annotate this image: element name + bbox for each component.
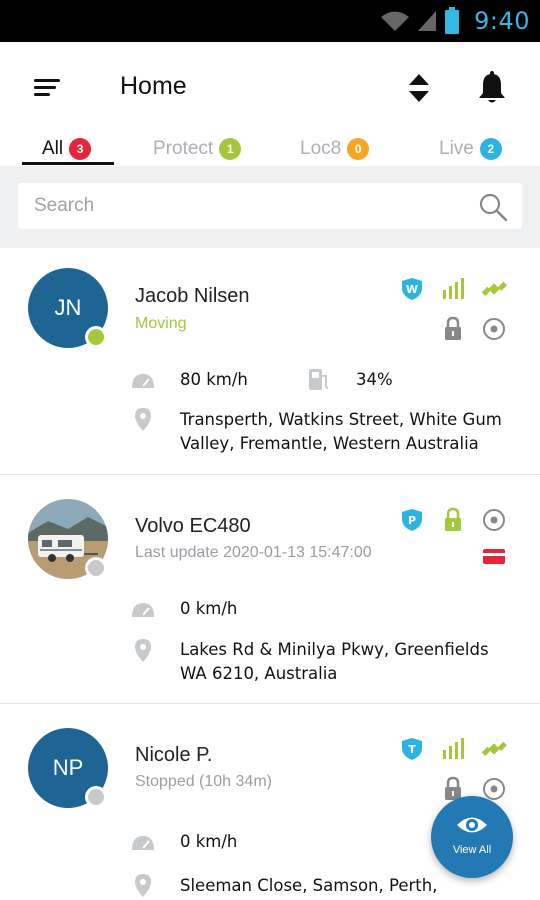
fuel-icon <box>309 369 329 390</box>
tab-loc8[interactable]: Loc8 0 <box>300 132 370 166</box>
speedometer-icon <box>132 603 154 617</box>
type-badge-letter: P <box>408 514 416 527</box>
menu-icon[interactable] <box>24 72 64 104</box>
speed-value: 0 km/h <box>180 599 238 618</box>
satellite-icon[interactable] <box>481 276 507 302</box>
device-card[interactable]: Volvo EC480 Last update 2020-01-13 15:47… <box>0 475 540 704</box>
tab-count-badge: 1 <box>219 138 242 160</box>
active-tab-indicator <box>22 162 114 165</box>
shield-icon[interactable]: P <box>399 507 425 533</box>
device-name: Jacob Nilsen <box>135 285 250 307</box>
tab-count-badge: 2 <box>479 138 502 160</box>
search-box <box>18 183 522 229</box>
status-bar: 9:40 <box>0 0 540 42</box>
signal-icon[interactable] <box>440 276 466 302</box>
speed-value: 80 km/h <box>180 370 248 389</box>
page-title: Home <box>120 72 187 100</box>
location-pin-icon <box>135 639 151 662</box>
device-address: Lakes Rd & Minilya Pkwy, Greenfields WA … <box>180 640 489 683</box>
tab-protect[interactable]: Protect 1 <box>153 132 242 166</box>
tab-label: Live <box>439 138 474 159</box>
satellite-icon[interactable] <box>481 736 507 762</box>
device-status: Moving <box>135 315 187 332</box>
tab-label: Loc8 <box>300 138 342 159</box>
search-input[interactable] <box>34 183 474 229</box>
eye-icon <box>457 817 487 833</box>
status-time: 9:40 <box>474 7 530 35</box>
app-bar: Home <box>0 42 540 132</box>
tab-count-badge: 3 <box>69 138 92 160</box>
device-status: Last update 2020-01-13 15:47:00 <box>135 544 372 561</box>
view-all-label: View All <box>452 844 492 856</box>
card-icon[interactable] <box>481 543 507 569</box>
speedometer-icon <box>132 374 154 388</box>
device-name: Nicole P. <box>135 744 213 766</box>
lock-icon[interactable] <box>440 316 466 342</box>
signal-icon[interactable] <box>440 736 466 762</box>
location-pin-icon <box>135 408 151 431</box>
tab-label: All <box>42 138 64 159</box>
tab-label: Protect <box>153 138 214 159</box>
shield-icon[interactable]: W <box>399 276 425 302</box>
device-name: Volvo EC480 <box>135 515 251 537</box>
status-dot <box>85 557 107 579</box>
search-area <box>0 166 540 248</box>
speed-value: 0 km/h <box>180 832 238 851</box>
device-status: Stopped (10h 34m) <box>135 773 272 790</box>
battery-icon <box>445 7 460 34</box>
tab-count-badge: 0 <box>347 138 370 160</box>
cell-signal-icon <box>418 11 437 31</box>
type-badge-letter: W <box>406 283 418 296</box>
device-address: Transperth, Watkins Street, White Gum Va… <box>180 410 502 453</box>
wifi-icon <box>381 11 410 31</box>
device-card[interactable]: JN Jacob Nilsen Moving W 80 km/h 34% Tra… <box>0 248 540 475</box>
target-icon[interactable] <box>481 316 507 342</box>
speedometer-icon <box>132 836 154 850</box>
location-pin-icon <box>135 874 151 897</box>
type-badge-letter: T <box>408 743 416 756</box>
status-dot <box>85 786 107 808</box>
sort-icon[interactable] <box>403 68 435 108</box>
lock-icon[interactable] <box>440 507 466 533</box>
status-dot <box>85 326 107 348</box>
tab-all[interactable]: All 3 <box>42 132 92 166</box>
search-icon[interactable] <box>478 192 508 222</box>
tab-live[interactable]: Live 2 <box>439 132 502 166</box>
target-icon[interactable] <box>481 507 507 533</box>
shield-icon[interactable]: T <box>399 736 425 762</box>
fuel-value: 34% <box>356 370 393 389</box>
view-all-button[interactable]: View All <box>431 796 513 878</box>
bell-icon[interactable] <box>474 68 510 108</box>
